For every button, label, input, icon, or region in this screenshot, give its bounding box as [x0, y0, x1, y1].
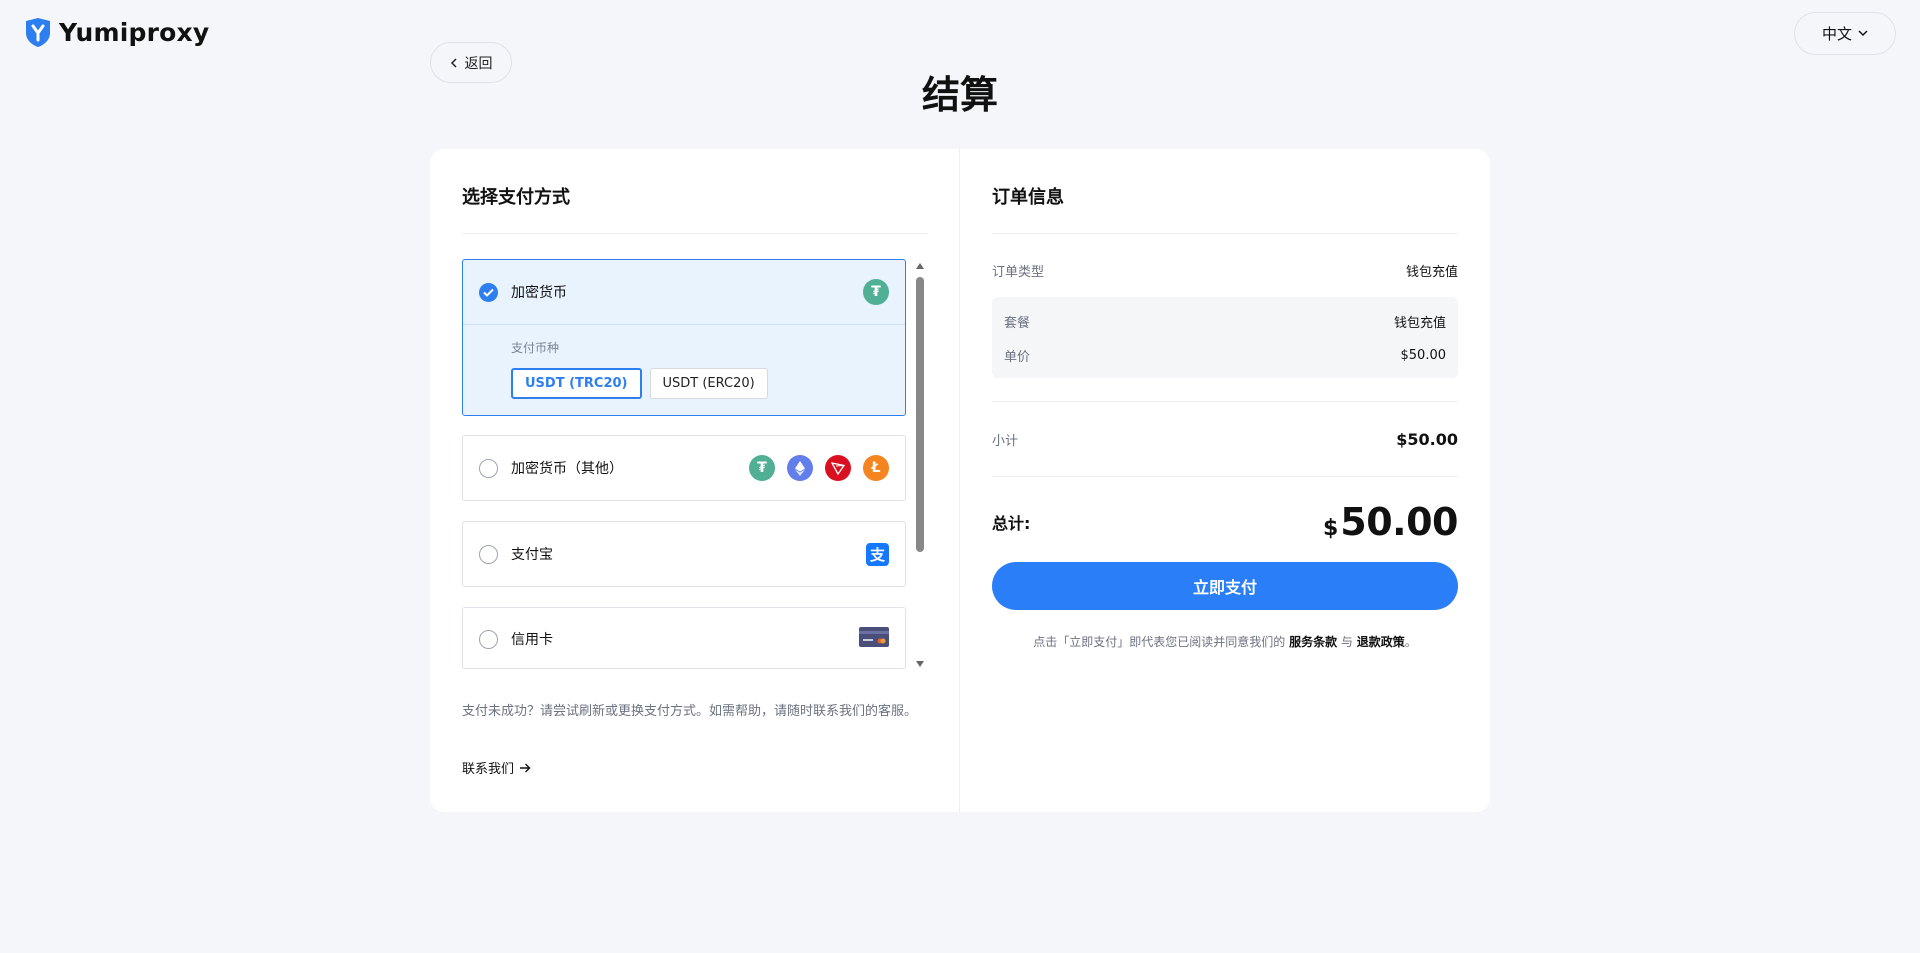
order-type-key: 订单类型	[992, 265, 1045, 280]
currency-label: 支付币种	[511, 341, 560, 355]
package-row: 套餐 钱包充值	[1004, 312, 1446, 331]
language-selector[interactable]: 中文	[1794, 12, 1896, 55]
yumiproxy-logo-icon	[26, 18, 50, 47]
payment-option-label: 加密货币（其他）	[511, 461, 623, 477]
order-type-value: 钱包充值	[1405, 265, 1458, 280]
payment-option-crypto-other[interactable]: 加密货币（其他） ₮ Ł	[462, 435, 906, 501]
payment-option-label: 支付宝	[511, 547, 553, 563]
page-title: 结算	[921, 73, 998, 117]
alipay-icon: 支	[866, 542, 889, 566]
tron-icon	[825, 455, 851, 481]
language-label: 中文	[1821, 25, 1852, 43]
unit-price-key: 单价	[1004, 350, 1031, 365]
currency-usdt-erc20-button[interactable]: USDT (ERC20)	[649, 368, 768, 399]
total-value: $ 50.00	[1322, 500, 1459, 544]
checkout-card: 选择支付方式 加密货币 ₮ 支付币种 USDT (TRC20) USDT (ER…	[430, 149, 1490, 812]
order-section-title: 订单信息	[992, 187, 1064, 208]
subtotal-value: $50.00	[1396, 430, 1458, 449]
refund-policy-link[interactable]: 退款政策	[1357, 635, 1405, 649]
terms-suffix: 。	[1404, 635, 1417, 649]
scrollbar[interactable]	[914, 259, 926, 669]
radio-unchecked-icon[interactable]	[479, 458, 498, 478]
terms-prefix: 点击「立即支付」即代表您已阅读并同意我们的	[1033, 635, 1286, 649]
order-info-panel: 订单信息 订单类型 钱包充值 套餐 钱包充值 单价 $50.00 小计 $50.…	[960, 149, 1490, 812]
contact-us-link[interactable]: 联系我们	[462, 758, 531, 777]
payment-options-list[interactable]: 加密货币 ₮ 支付币种 USDT (TRC20) USDT (ERC20) 加密…	[462, 259, 906, 669]
tether-icon: ₮	[749, 455, 775, 481]
brand-name: Yumiproxy	[59, 18, 210, 47]
scroll-up-arrow-icon[interactable]	[916, 263, 924, 269]
scrollbar-thumb[interactable]	[916, 277, 924, 552]
payment-option-credit-card[interactable]: 信用卡	[462, 607, 906, 669]
chevron-down-icon	[1858, 30, 1868, 37]
divider	[462, 233, 928, 234]
credit-card-icon	[859, 627, 889, 651]
total-row: 总计: $ 50.00	[992, 497, 1458, 547]
payment-section-title: 选择支付方式	[462, 187, 570, 208]
subtotal-key: 小计	[992, 434, 1019, 449]
currency-usdt-trc20-button[interactable]: USDT (TRC20)	[511, 368, 642, 399]
divider	[992, 233, 1458, 234]
radio-checked-icon[interactable]	[479, 282, 498, 302]
radio-unchecked-icon[interactable]	[479, 629, 498, 649]
terms-notice: 点击「立即支付」即代表您已阅读并同意我们的 服务条款 与 退款政策。	[992, 633, 1458, 650]
payment-help-text: 支付未成功？请尝试刷新或更换支付方式。如需帮助，请随时联系我们的客服。	[462, 704, 918, 719]
ethereum-icon	[787, 455, 813, 481]
litecoin-icon: Ł	[863, 455, 889, 481]
total-key: 总计:	[992, 514, 1031, 533]
payment-method-panel: 选择支付方式 加密货币 ₮ 支付币种 USDT (TRC20) USDT (ER…	[430, 149, 960, 812]
payment-option-label: 信用卡	[511, 632, 553, 648]
order-type-row: 订单类型 钱包充值	[992, 261, 1458, 280]
total-currency: $	[1322, 516, 1339, 541]
package-key: 套餐	[1004, 316, 1031, 331]
payment-option-alipay[interactable]: 支付宝 支	[462, 521, 906, 587]
payment-option-label: 加密货币	[511, 285, 567, 301]
arrow-right-icon	[520, 763, 531, 772]
divider	[992, 401, 1458, 402]
radio-unchecked-icon[interactable]	[479, 544, 498, 564]
terms-and: 与	[1340, 635, 1353, 649]
scroll-down-arrow-icon[interactable]	[916, 661, 924, 667]
divider	[992, 476, 1458, 477]
tether-icon: ₮	[863, 279, 889, 305]
unit-price-row: 单价 $50.00	[1004, 346, 1446, 365]
terms-of-service-link[interactable]: 服务条款	[1289, 635, 1337, 649]
contact-us-label: 联系我们	[462, 762, 515, 777]
brand-logo[interactable]: Yumiproxy	[23, 17, 209, 48]
unit-price-value: $50.00	[1400, 348, 1447, 363]
package-box: 套餐 钱包充值 单价 $50.00	[992, 297, 1458, 378]
payment-option-crypto[interactable]: 加密货币 ₮ 支付币种 USDT (TRC20) USDT (ERC20)	[462, 259, 906, 416]
subtotal-row: 小计 $50.00	[992, 430, 1458, 449]
total-amount: 50.00	[1340, 500, 1458, 544]
package-value: 钱包充值	[1393, 316, 1446, 331]
pay-now-button[interactable]: 立即支付	[992, 562, 1458, 610]
